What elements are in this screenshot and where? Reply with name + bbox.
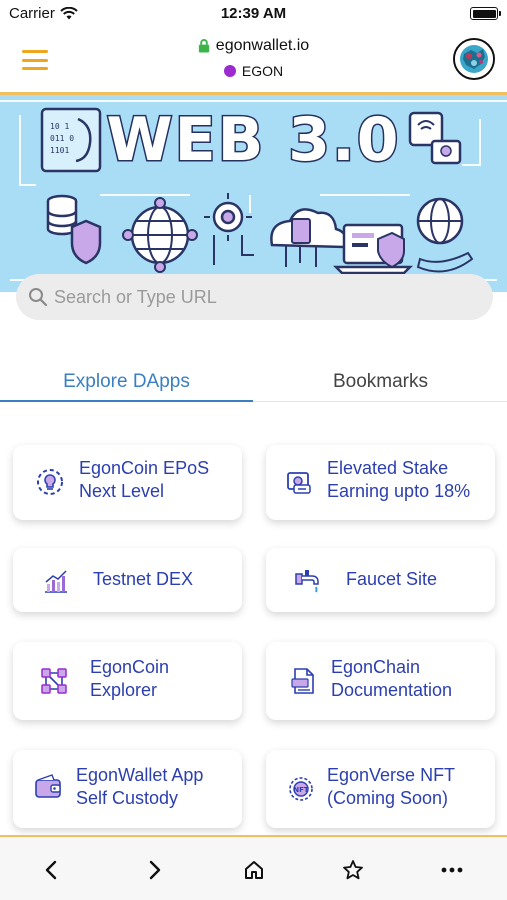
url-display[interactable]: egonwallet.io (0, 37, 507, 55)
stake-icon (282, 465, 316, 499)
search-input[interactable] (54, 286, 454, 308)
account-avatar[interactable] (453, 38, 495, 80)
svg-text:NFT: NFT (293, 786, 309, 794)
dapp-card-egonverse-nft[interactable]: NFT EgonVerse NFT (Coming Soon) (266, 750, 495, 828)
network-explorer-icon (37, 664, 71, 698)
dapp-card-egonchain-documentation[interactable]: EgonChain Documentation (266, 642, 495, 720)
wallet-icon (31, 770, 65, 804)
star-icon[interactable] (338, 855, 368, 885)
browser-header: egonwallet.io EGON (0, 28, 507, 92)
dapp-card-faucet-site[interactable]: Faucet Site (266, 548, 495, 612)
dapp-card-label: EgonVerse NFT (Coming Soon) (327, 765, 456, 808)
status-time: 12:39 AM (220, 5, 287, 22)
web3-banner: 10 1 011 0 1101 WEB 3.0 (0, 92, 507, 292)
search-bar[interactable] (16, 274, 493, 320)
network-status-dot (223, 65, 236, 77)
dapp-card-egoncoin-epos[interactable]: EgonCoin EPoS Next Level (13, 445, 242, 520)
network-name: EGON (241, 63, 284, 79)
search-icon (29, 288, 48, 307)
dapp-card-label: EgonCoin EPoS Next Level (79, 458, 210, 501)
status-bar: Carrier 12:39 AM (0, 0, 507, 28)
dapp-card-label: EgonCoin Explorer (90, 657, 170, 700)
banner-title: WEB 3.0 (105, 104, 401, 177)
dapp-card-elevated-stake[interactable]: Elevated Stake Earning upto 18% (266, 445, 495, 520)
chart-icon (39, 564, 73, 598)
battery-icon (470, 7, 501, 20)
nft-icon: NFT (284, 772, 318, 806)
chevron-left-icon[interactable] (36, 855, 66, 885)
chevron-right-icon[interactable] (140, 855, 170, 885)
home-icon[interactable] (239, 855, 269, 885)
document-icon (286, 664, 320, 698)
tab-bookmarks[interactable]: Bookmarks (254, 362, 507, 402)
lock-icon (198, 39, 209, 53)
more-dots-icon[interactable] (437, 855, 467, 885)
network-indicator[interactable]: EGON (0, 63, 507, 79)
tab-explore-dapps[interactable]: Explore DApps (0, 362, 253, 402)
faucet-icon (290, 562, 324, 596)
dapp-card-egonwallet-app[interactable]: EgonWallet App Self Custody (13, 750, 242, 828)
dapp-card-label: Testnet DEX (93, 569, 194, 589)
browser-screen: Carrier 12:39 AM egonwallet.io EGON 10 1… (0, 0, 507, 900)
dapp-card-label: Elevated Stake Earning upto 18% (327, 458, 471, 501)
dapp-tabs: Explore DApps Bookmarks (0, 362, 507, 402)
dapp-card-label: EgonWallet App Self Custody (76, 765, 204, 808)
bottom-navigation-bar (0, 835, 507, 900)
dapp-card-egoncoin-explorer[interactable]: EgonCoin Explorer (13, 642, 242, 720)
lightbulb-icon (33, 465, 67, 499)
dapp-card-testnet-dex[interactable]: Testnet DEX (13, 548, 242, 612)
url-text: egonwallet.io (215, 37, 310, 54)
dapp-card-label: EgonChain Documentation (331, 657, 453, 700)
dapp-card-label: Faucet Site (346, 569, 438, 589)
avatar-image (455, 40, 493, 78)
